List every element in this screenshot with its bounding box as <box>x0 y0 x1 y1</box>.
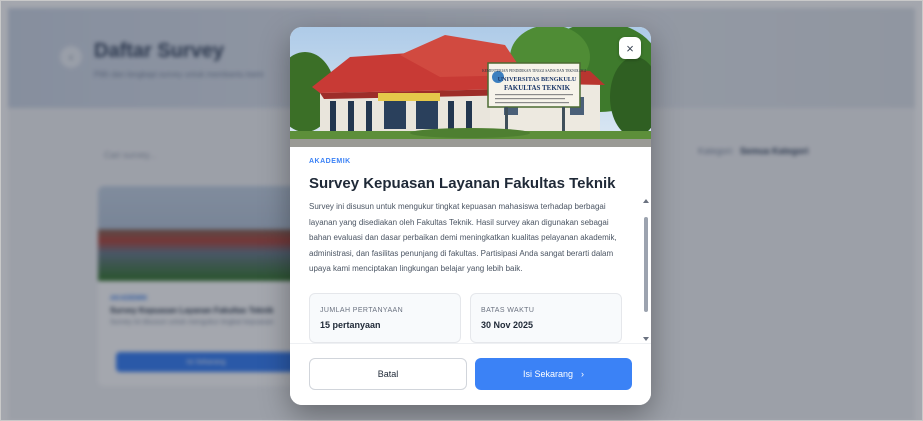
question-count-box: JUMLAH PERTANYAAN 15 pertanyaan <box>309 293 461 343</box>
sign-text-3: FAKULTAS TEKNIK <box>504 84 571 92</box>
survey-description: Survey ini disusun untuk mengukur tingka… <box>309 202 617 273</box>
sign-text-2: UNIVERSITAS BENGKULU <box>498 76 577 83</box>
scroll-down-icon[interactable] <box>643 337 649 341</box>
deadline-label: BATAS WAKTU <box>481 307 535 314</box>
scroll-up-icon[interactable] <box>643 199 649 203</box>
faculty-building-image: KEMENTERIAN PENDIDIKAN TINGGI SAINS DAN … <box>290 27 651 147</box>
close-button[interactable]: × <box>619 37 641 59</box>
question-count-value: 15 pertanyaan <box>320 320 381 330</box>
start-survey-button[interactable]: Isi Sekarang › <box>475 358 632 390</box>
cancel-button[interactable]: Batal <box>309 358 467 390</box>
modal-footer: Batal Isi Sekarang › <box>290 343 651 405</box>
deadline-box: BATAS WAKTU 30 Nov 2025 <box>470 293 622 343</box>
start-survey-label: Isi Sekarang <box>522 369 574 379</box>
sign-text-1: KEMENTERIAN PENDIDIKAN TINGGI SAINS DAN … <box>482 69 587 73</box>
deadline-value: 30 Nov 2025 <box>481 320 534 330</box>
survey-detail-modal: KEMENTERIAN PENDIDIKAN TINGGI SAINS DAN … <box>290 27 651 405</box>
chevron-right-icon: › <box>581 369 585 379</box>
survey-category: AKADEMIK <box>309 158 351 165</box>
modal-scrollbar[interactable] <box>642 197 650 347</box>
close-icon: × <box>626 40 634 56</box>
modal-body[interactable]: AKADEMIK Survey Kepuasan Layanan Fakulta… <box>290 147 651 343</box>
scroll-thumb[interactable] <box>644 217 648 312</box>
question-count-label: JUMLAH PERTANYAAN <box>320 307 404 314</box>
survey-cover-image: KEMENTERIAN PENDIDIKAN TINGGI SAINS DAN … <box>290 27 651 147</box>
survey-title: Survey Kepuasan Layanan Fakultas Teknik <box>309 175 616 192</box>
